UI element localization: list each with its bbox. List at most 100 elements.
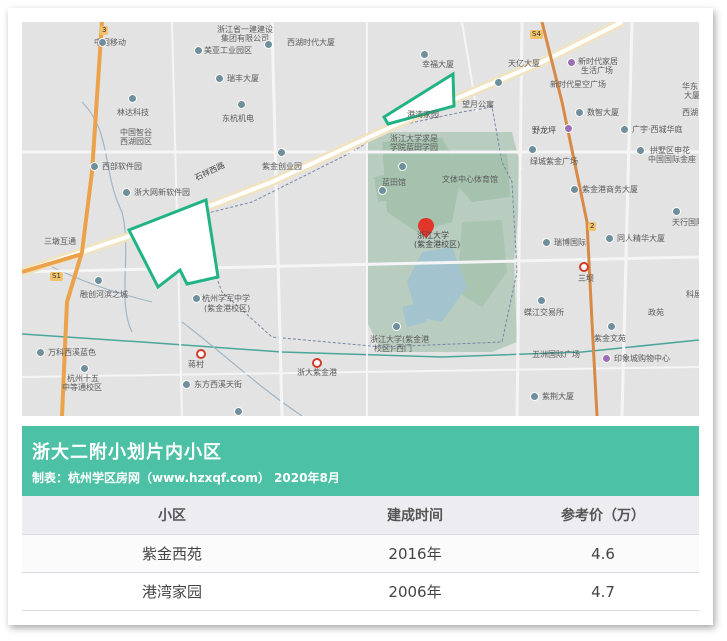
highway-link <box>22 252 83 274</box>
map-label: 校区)-西门 <box>374 344 413 353</box>
title-banner: 浙大二附小划片内小区 制表：杭州学区房网（www.hzxqf.com） 2020… <box>22 426 699 496</box>
cell-price: 4.6 <box>591 544 615 563</box>
map-label: 西部软件园 <box>102 162 142 171</box>
column-header-price: 参考价（万） <box>561 508 645 524</box>
map-view[interactable]: 中国移动 浙江省一建建设 集团有限公司 美亚工业园区 西湖时代大厦 瑞丰大厦 林… <box>22 22 699 416</box>
table-row: 港湾家园 2006年 4.7 <box>22 573 699 611</box>
map-label: 天行国际 <box>672 218 699 227</box>
metro-station-label: 三坝 <box>578 274 594 283</box>
map-label: 三墩互通 <box>44 237 76 246</box>
map-label: 新时代星空广场 <box>550 80 606 89</box>
road-h3 <box>22 366 699 378</box>
poi-icon[interactable] <box>537 296 546 305</box>
map-label: 野龙坪 <box>532 126 556 135</box>
road-shield: S1 <box>50 272 63 281</box>
map-label: 融创河滨之城 <box>80 290 128 299</box>
road-h2 <box>22 255 699 274</box>
poi-icon[interactable] <box>542 238 551 247</box>
map-label: 浙大紫金港 <box>297 368 337 377</box>
poi-icon[interactable] <box>672 207 681 216</box>
poi-icon[interactable] <box>567 58 576 67</box>
map-label: 五洲国际广场 <box>532 350 580 359</box>
map-label: 蝶江交易所 <box>524 308 564 317</box>
poi-icon[interactable] <box>80 364 89 373</box>
map-label: 杭州学军中学 <box>202 294 250 303</box>
map-label: 同人精华大厦 <box>617 234 665 243</box>
cell-price: 4.7 <box>591 582 615 601</box>
map-label: 西湖 <box>682 108 698 117</box>
poi-icon[interactable] <box>575 108 584 117</box>
poi-icon[interactable] <box>530 392 539 401</box>
map-label: 望月公寓 <box>462 100 494 109</box>
map-label: 蒋村 <box>188 360 204 369</box>
metro-station-icon[interactable] <box>196 349 206 359</box>
table-header-row: 小区 建成时间 参考价（万） <box>22 496 699 535</box>
poi-icon[interactable] <box>94 276 103 285</box>
poi-icon[interactable] <box>528 145 537 154</box>
road-v1 <box>270 22 284 416</box>
map-label: 绿城紫金广场 <box>530 157 578 166</box>
map-label: 紫金文苑 <box>594 334 626 343</box>
map-label: 紫金港商务大厦 <box>582 185 638 194</box>
poi-icon[interactable] <box>620 125 629 134</box>
cell-community: 港湾家园 <box>141 583 202 601</box>
poi-icon[interactable] <box>378 186 387 195</box>
metro-station-icon[interactable] <box>312 358 322 368</box>
poi-icon[interactable] <box>570 185 579 194</box>
poi-icon[interactable] <box>90 162 99 171</box>
map-label: 大厦 <box>684 91 699 100</box>
poi-icon[interactable] <box>122 188 131 197</box>
map-label: 广宇·西城华庭 <box>632 125 683 134</box>
map-label: 数智大厦 <box>587 108 619 117</box>
poi-icon[interactable] <box>98 38 107 47</box>
map-label: 美亚工业园区 <box>204 46 252 55</box>
poi-icon[interactable] <box>194 46 203 55</box>
poi-icon[interactable] <box>602 354 611 363</box>
map-label: 瑞博国际 <box>554 238 586 247</box>
map-label: (紫金港校区) <box>204 304 251 313</box>
map-label: 幸福大厦 <box>422 60 454 69</box>
map-label: 紫荆大厦 <box>542 392 574 401</box>
poi-icon[interactable] <box>215 74 224 83</box>
map-label: 港湾家园 <box>407 110 439 119</box>
poi-icon[interactable] <box>636 146 645 155</box>
map-label: 浙大网新软件园 <box>134 188 190 197</box>
map-label: 天亿大厦 <box>508 59 540 68</box>
poi-icon[interactable] <box>607 322 616 331</box>
map-label: 学院蓝田学园 <box>390 143 438 152</box>
road-shield: 2 <box>588 222 597 231</box>
metro-station-icon[interactable] <box>579 262 589 272</box>
map-label: 中国国际金座 <box>648 155 696 164</box>
map-label: 林达科技 <box>117 108 149 117</box>
poi-icon[interactable] <box>392 322 401 331</box>
zijin-xiyuan-area[interactable] <box>126 197 220 290</box>
poi-icon[interactable] <box>36 348 45 357</box>
poi-icon[interactable] <box>192 294 201 303</box>
map-label: 东杭机电 <box>222 114 254 123</box>
poi-icon[interactable] <box>277 148 286 157</box>
cell-community: 紫金西苑 <box>141 545 202 563</box>
poi-icon[interactable] <box>234 407 243 416</box>
map-label: 科展 <box>686 290 699 299</box>
map-label: (紫金港校区) <box>414 240 461 249</box>
map-label: 紫金创业园 <box>262 162 302 171</box>
map-label: 东方西溪天街 <box>194 380 242 389</box>
poi-icon[interactable] <box>264 40 273 49</box>
poi-icon[interactable] <box>605 234 614 243</box>
poi-icon[interactable] <box>420 50 429 59</box>
table-row: 紫金西苑 2016年 4.6 <box>22 535 699 573</box>
poi-icon[interactable] <box>128 94 137 103</box>
poi-icon[interactable] <box>237 100 246 109</box>
page-title: 浙大二附小划片内小区 <box>32 442 222 463</box>
road-shield: 3 <box>100 26 109 35</box>
poi-icon[interactable] <box>494 78 503 87</box>
map-label: 政苑 <box>648 308 664 317</box>
map-label: 瑞丰大厦 <box>227 74 259 83</box>
map-label: 中等通校区 <box>62 383 102 392</box>
map-label: 西湖园区 <box>120 137 152 146</box>
poi-icon[interactable] <box>398 162 407 171</box>
poi-icon[interactable] <box>182 380 191 389</box>
community-table: 小区 建成时间 参考价（万） 紫金西苑 2016年 4.6 港湾家园 2006年… <box>22 496 699 611</box>
poi-icon[interactable] <box>564 124 573 133</box>
map-label: 集团有限公司 <box>221 34 269 43</box>
